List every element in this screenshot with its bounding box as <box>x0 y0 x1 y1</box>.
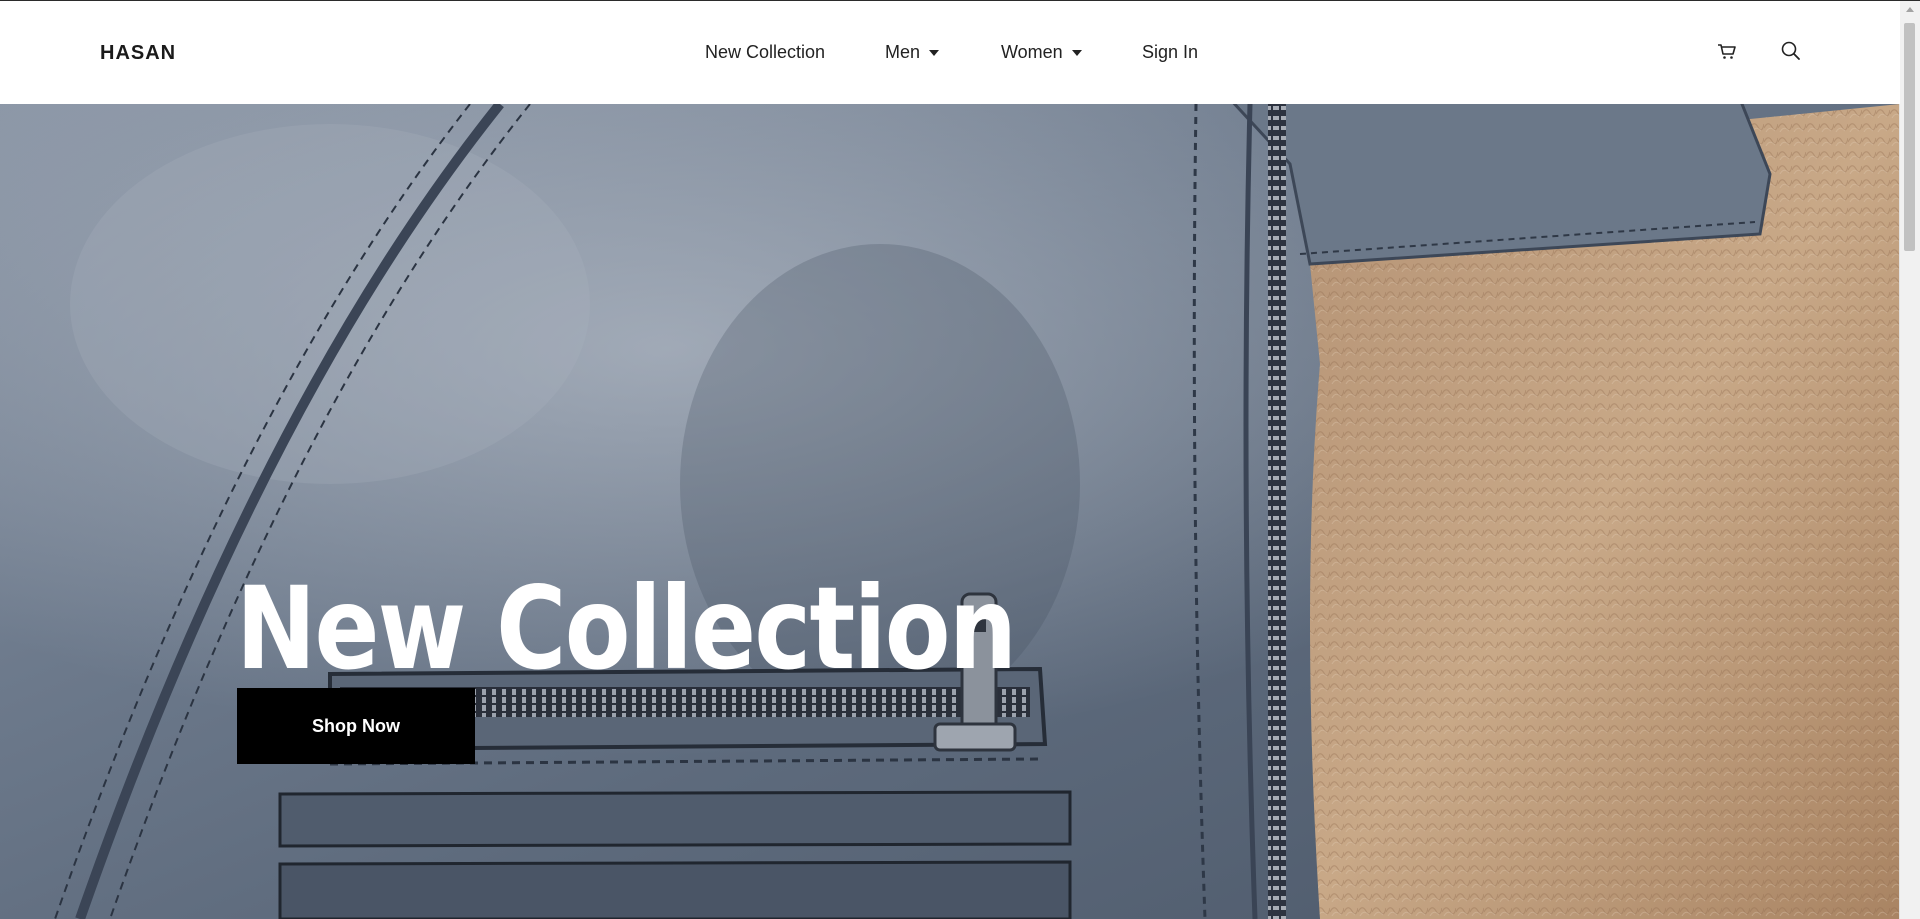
hero-background-image <box>0 104 1900 919</box>
shop-now-button[interactable]: Shop Now <box>237 688 475 764</box>
navbar: HASAN New Collection Men Women Sign In <box>0 1 1900 104</box>
nav-women-dropdown[interactable]: Women <box>1001 42 1082 63</box>
page: HASAN New Collection Men Women Sign In N… <box>0 0 1920 919</box>
hero-banner: New Collection Shop Now <box>0 104 1900 919</box>
scroll-up-arrow-icon[interactable] <box>1906 7 1914 12</box>
nav-women-label: Women <box>1001 42 1063 62</box>
nav-new-collection[interactable]: New Collection <box>705 42 825 63</box>
search-icon[interactable] <box>1779 39 1803 63</box>
main-nav: New Collection Men Women Sign In <box>0 1 1900 104</box>
nav-men-dropdown[interactable]: Men <box>885 42 940 63</box>
caret-down-icon <box>1071 50 1082 56</box>
hero-title: New Collection <box>236 562 1017 696</box>
scroll-thumb[interactable] <box>1904 23 1915 251</box>
nav-sign-in[interactable]: Sign In <box>1142 42 1198 63</box>
nav-sign-in-label: Sign In <box>1142 42 1199 62</box>
caret-down-icon <box>929 50 940 56</box>
vertical-scrollbar[interactable] <box>1899 1 1920 919</box>
nav-men-label: Men <box>885 42 921 62</box>
nav-new-collection-label: New Collection <box>705 42 826 62</box>
cart-icon[interactable] <box>1715 39 1739 63</box>
